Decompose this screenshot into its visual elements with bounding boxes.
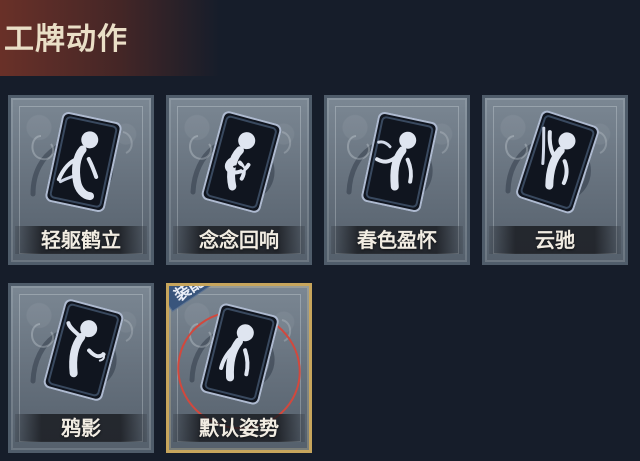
pose-card-qingqu-heli[interactable]: 轻躯鹤立 [8,95,154,265]
pose-card-label: 轻躯鹤立 [41,228,121,252]
pose-card-yaying[interactable]: 鸦影 [8,283,154,453]
equipped-badge: 装配 [169,286,227,322]
pose-card-label: 春色盈怀 [357,228,437,252]
pose-card-label: 鸦影 [61,416,101,440]
pose-grid: 轻躯鹤立 念念回响 春色盈怀 云驰 鸦影 装配 默认姿势 [0,0,640,461]
pose-card-yunchi[interactable]: 云驰 [482,95,628,265]
pose-card-moren-zishi[interactable]: 装配 默认姿势 [166,283,312,453]
pose-card-chunse-yinghuai[interactable]: 春色盈怀 [324,95,470,265]
pose-card-niannian-huixiang[interactable]: 念念回响 [166,95,312,265]
pose-card-label: 默认姿势 [199,416,279,440]
pose-card-label: 念念回响 [199,228,279,252]
pose-card-label: 云驰 [535,228,575,252]
